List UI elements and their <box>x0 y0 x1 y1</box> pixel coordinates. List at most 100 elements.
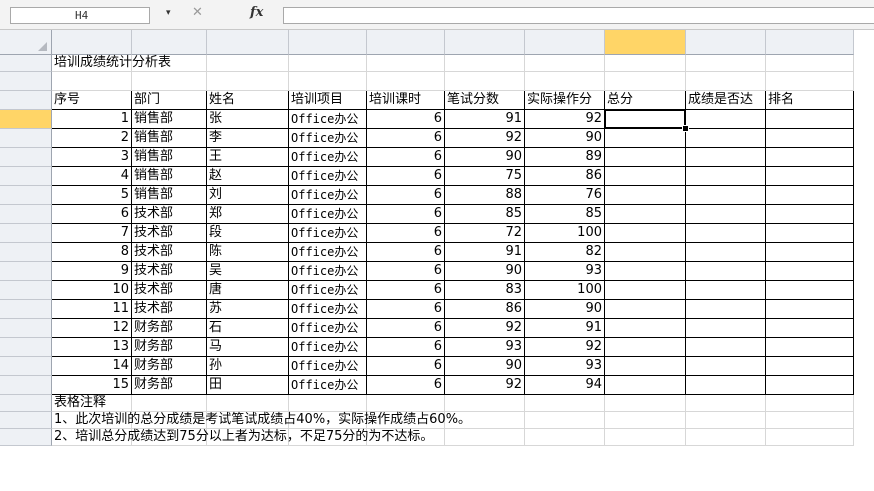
cell-d6[interactable]: Office办公 <box>289 148 367 167</box>
cell-a10[interactable]: 7 <box>52 224 132 243</box>
cell-h18[interactable] <box>605 376 686 395</box>
row-header-16[interactable] <box>0 338 52 357</box>
cell-h7[interactable] <box>605 167 686 186</box>
cell-b15[interactable]: 财务部 <box>132 319 207 338</box>
column-header-i[interactable] <box>686 30 766 55</box>
cell-d4[interactable]: Office办公 <box>289 110 367 129</box>
cell-b16[interactable]: 财务部 <box>132 338 207 357</box>
cell-e11[interactable]: 6 <box>367 243 445 262</box>
row-header-2[interactable] <box>0 72 52 91</box>
cell-a21[interactable]: 2、培训总分成绩达到75分以上者为达标，不足75分的为不达标。 <box>52 429 433 446</box>
cell-i4[interactable] <box>686 110 766 129</box>
row-header-13[interactable] <box>0 281 52 300</box>
cell-c6[interactable]: 王 <box>207 148 289 167</box>
cell-f4[interactable]: 91 <box>445 110 525 129</box>
cell-e2[interactable] <box>367 72 445 91</box>
cell-d7[interactable]: Office办公 <box>289 167 367 186</box>
cell-e10[interactable]: 6 <box>367 224 445 243</box>
row-header-9[interactable] <box>0 205 52 224</box>
row-header-1[interactable] <box>0 55 52 72</box>
cell-f21[interactable] <box>445 429 525 446</box>
column-header-g[interactable] <box>525 30 605 55</box>
cell-h9[interactable] <box>605 205 686 224</box>
cell-i2[interactable] <box>686 72 766 91</box>
formula-input[interactable] <box>283 7 874 24</box>
cell-a3[interactable]: 序号 <box>52 91 132 110</box>
cell-h13[interactable] <box>605 281 686 300</box>
cell-a15[interactable]: 12 <box>52 319 132 338</box>
cell-g21[interactable] <box>525 429 605 446</box>
cell-f9[interactable]: 85 <box>445 205 525 224</box>
cell-i12[interactable] <box>686 262 766 281</box>
cell-j14[interactable] <box>766 300 854 319</box>
row-header-7[interactable] <box>0 167 52 186</box>
cell-a17[interactable]: 14 <box>52 357 132 376</box>
cell-f13[interactable]: 83 <box>445 281 525 300</box>
cell-i14[interactable] <box>686 300 766 319</box>
cell-c7[interactable]: 赵 <box>207 167 289 186</box>
cell-c15[interactable]: 石 <box>207 319 289 338</box>
cell-i13[interactable] <box>686 281 766 300</box>
column-header-c[interactable] <box>207 30 289 55</box>
cell-b14[interactable]: 技术部 <box>132 300 207 319</box>
cell-d10[interactable]: Office办公 <box>289 224 367 243</box>
column-header-a[interactable] <box>52 30 132 55</box>
cell-e19[interactable] <box>367 395 445 412</box>
cell-i19[interactable] <box>686 395 766 412</box>
cell-e9[interactable]: 6 <box>367 205 445 224</box>
cell-h14[interactable] <box>605 300 686 319</box>
cell-b6[interactable]: 销售部 <box>132 148 207 167</box>
cell-i6[interactable] <box>686 148 766 167</box>
cell-i21[interactable] <box>686 429 766 446</box>
cell-d15[interactable]: Office办公 <box>289 319 367 338</box>
cell-c19[interactable] <box>207 395 289 412</box>
cell-d11[interactable]: Office办公 <box>289 243 367 262</box>
cell-b10[interactable]: 技术部 <box>132 224 207 243</box>
cell-j10[interactable] <box>766 224 854 243</box>
cell-b12[interactable]: 技术部 <box>132 262 207 281</box>
cell-d12[interactable]: Office办公 <box>289 262 367 281</box>
cell-f17[interactable]: 90 <box>445 357 525 376</box>
cell-a9[interactable]: 6 <box>52 205 132 224</box>
cell-b19[interactable] <box>132 395 207 412</box>
cell-g15[interactable]: 91 <box>525 319 605 338</box>
cell-i17[interactable] <box>686 357 766 376</box>
cell-d18[interactable]: Office办公 <box>289 376 367 395</box>
cell-i1[interactable] <box>686 55 766 72</box>
cell-e8[interactable]: 6 <box>367 186 445 205</box>
cell-e12[interactable]: 6 <box>367 262 445 281</box>
cell-f16[interactable]: 93 <box>445 338 525 357</box>
cell-h6[interactable] <box>605 148 686 167</box>
row-header-3[interactable] <box>0 91 52 110</box>
cell-g17[interactable]: 93 <box>525 357 605 376</box>
select-all-button[interactable] <box>0 30 52 55</box>
cell-g1[interactable] <box>525 55 605 72</box>
cell-f1[interactable] <box>445 55 525 72</box>
cell-a2[interactable] <box>52 72 132 91</box>
name-box[interactable]: H4 <box>10 7 150 24</box>
cell-g3[interactable]: 实际操作分 <box>525 91 605 110</box>
cell-i15[interactable] <box>686 319 766 338</box>
cell-a5[interactable]: 2 <box>52 129 132 148</box>
cell-g16[interactable]: 92 <box>525 338 605 357</box>
cell-j2[interactable] <box>766 72 854 91</box>
cell-j21[interactable] <box>766 429 854 446</box>
row-header-19[interactable] <box>0 395 52 412</box>
cell-j7[interactable] <box>766 167 854 186</box>
cell-g2[interactable] <box>525 72 605 91</box>
cell-c16[interactable]: 马 <box>207 338 289 357</box>
cell-b9[interactable]: 技术部 <box>132 205 207 224</box>
cell-i7[interactable] <box>686 167 766 186</box>
cell-c14[interactable]: 苏 <box>207 300 289 319</box>
cell-a11[interactable]: 8 <box>52 243 132 262</box>
cell-c17[interactable]: 孙 <box>207 357 289 376</box>
cell-a18[interactable]: 15 <box>52 376 132 395</box>
cell-h15[interactable] <box>605 319 686 338</box>
cell-e14[interactable]: 6 <box>367 300 445 319</box>
cell-d17[interactable]: Office办公 <box>289 357 367 376</box>
cell-b11[interactable]: 技术部 <box>132 243 207 262</box>
cell-h10[interactable] <box>605 224 686 243</box>
cell-d8[interactable]: Office办公 <box>289 186 367 205</box>
cell-j18[interactable] <box>766 376 854 395</box>
cell-g14[interactable]: 90 <box>525 300 605 319</box>
